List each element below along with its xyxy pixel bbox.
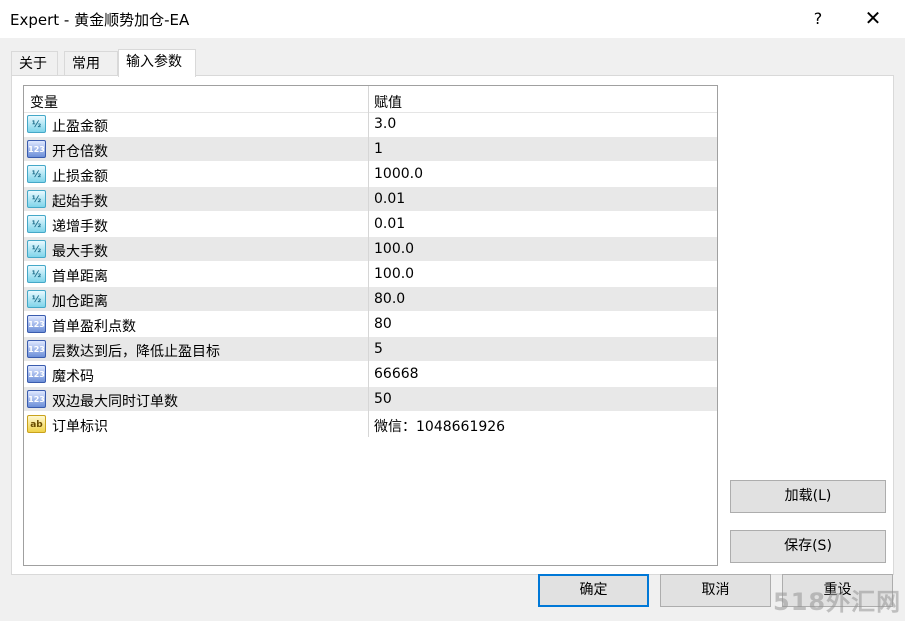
row-variable-name: 加仓距离 xyxy=(52,294,108,310)
inputs-table: 变量 赋值 ½ 止盈金额 3.0 123 开仓倍数 1 ½ 止损金额 1000.0 ½ 起始手数 0.… xyxy=(23,85,718,566)
table-row[interactable]: 123 魔术码 66668 xyxy=(24,362,717,387)
row-variable-name: 魔术码 xyxy=(52,369,94,385)
row-variable-name: 订单标识 xyxy=(52,419,108,435)
table-body: ½ 止盈金额 3.0 123 开仓倍数 1 ½ 止损金额 1000.0 ½ 起始手数 0.01 ½ 递增手… xyxy=(24,112,717,437)
row-value-cell[interactable]: 100.0 xyxy=(374,241,414,257)
string-type-icon: ab xyxy=(27,415,46,433)
tab-about[interactable]: 关于 xyxy=(11,51,58,75)
row-value-cell[interactable]: 0.01 xyxy=(374,216,405,232)
column-header-variable[interactable]: 变量 xyxy=(30,92,58,112)
cell-divider xyxy=(368,112,369,137)
row-value-cell[interactable]: 微信：1048661926 xyxy=(374,416,505,436)
row-variable-name: 止盈金额 xyxy=(52,119,108,135)
integer-type-icon: 123 xyxy=(27,390,46,408)
row-variable-name: 最大手数 xyxy=(52,244,108,260)
integer-type-icon: 123 xyxy=(27,140,46,158)
row-value-cell[interactable]: 5 xyxy=(374,341,383,357)
double-type-icon: ½ xyxy=(27,240,46,258)
row-value-cell[interactable]: 3.0 xyxy=(374,116,396,132)
load-button[interactable]: 加载(L) xyxy=(730,480,886,513)
double-type-icon: ½ xyxy=(27,215,46,233)
row-value-cell[interactable]: 50 xyxy=(374,391,392,407)
cell-divider xyxy=(368,237,369,262)
table-row[interactable]: ab 订单标识 微信：1048661926 xyxy=(24,412,717,437)
table-row[interactable]: ½ 起始手数 0.01 xyxy=(24,187,717,212)
table-row[interactable]: ½ 最大手数 100.0 xyxy=(24,237,717,262)
row-value-cell[interactable]: 1 xyxy=(374,141,383,157)
double-type-icon: ½ xyxy=(27,115,46,133)
column-divider[interactable] xyxy=(368,86,369,112)
title-bar[interactable]: Expert - 黄金顺势加仓-EA ? ✕ xyxy=(0,0,905,38)
watermark-logo: 518外汇网 xyxy=(773,588,902,616)
table-row[interactable]: 123 首单盈利点数 80 xyxy=(24,312,717,337)
table-row[interactable]: 123 层数达到后，降低止盈目标 5 xyxy=(24,337,717,362)
row-value-cell[interactable]: 80 xyxy=(374,316,392,332)
table-row[interactable]: 123 开仓倍数 1 xyxy=(24,137,717,162)
row-value-cell[interactable]: 100.0 xyxy=(374,266,414,282)
row-variable-name: 层数达到后，降低止盈目标 xyxy=(52,344,220,360)
table-row[interactable]: ½ 止盈金额 3.0 xyxy=(24,112,717,137)
cell-divider xyxy=(368,337,369,362)
row-value-cell[interactable]: 1000.0 xyxy=(374,166,423,182)
row-variable-name: 止损金额 xyxy=(52,169,108,185)
table-row[interactable]: ½ 止损金额 1000.0 xyxy=(24,162,717,187)
row-variable-name: 开仓倍数 xyxy=(52,144,108,160)
row-value-cell[interactable]: 0.01 xyxy=(374,191,405,207)
row-variable-name: 递增手数 xyxy=(52,219,108,235)
double-type-icon: ½ xyxy=(27,265,46,283)
row-variable-name: 首单盈利点数 xyxy=(52,319,136,335)
row-variable-name: 起始手数 xyxy=(52,194,108,210)
table-row[interactable]: ½ 加仓距离 80.0 xyxy=(24,287,717,312)
tab-common[interactable]: 常用 xyxy=(64,51,118,75)
save-button[interactable]: 保存(S) xyxy=(730,530,886,563)
row-value-cell[interactable]: 66668 xyxy=(374,366,419,382)
row-value-cell[interactable]: 80.0 xyxy=(374,291,405,307)
table-header: 变量 赋值 xyxy=(24,86,717,113)
cancel-button[interactable]: 取消 xyxy=(660,574,771,607)
table-row[interactable]: ½ 首单距离 100.0 xyxy=(24,262,717,287)
help-button[interactable]: ? xyxy=(808,9,828,28)
double-type-icon: ½ xyxy=(27,165,46,183)
cell-divider xyxy=(368,362,369,387)
table-row[interactable]: ½ 递增手数 0.01 xyxy=(24,212,717,237)
cell-divider xyxy=(368,412,369,437)
integer-type-icon: 123 xyxy=(27,340,46,358)
cell-divider xyxy=(368,387,369,412)
cell-divider xyxy=(368,212,369,237)
row-variable-name: 首单距离 xyxy=(52,269,108,285)
tab-inputs[interactable]: 输入参数 xyxy=(118,49,196,77)
column-header-value[interactable]: 赋值 xyxy=(374,92,402,112)
integer-type-icon: 123 xyxy=(27,365,46,383)
row-variable-name: 双边最大同时订单数 xyxy=(52,394,178,410)
close-button[interactable]: ✕ xyxy=(858,6,888,30)
window-title: Expert - 黄金顺势加仓-EA xyxy=(10,11,190,29)
integer-type-icon: 123 xyxy=(27,315,46,333)
cell-divider xyxy=(368,287,369,312)
cell-divider xyxy=(368,187,369,212)
cell-divider xyxy=(368,262,369,287)
double-type-icon: ½ xyxy=(27,190,46,208)
double-type-icon: ½ xyxy=(27,290,46,308)
table-row[interactable]: 123 双边最大同时订单数 50 xyxy=(24,387,717,412)
cell-divider xyxy=(368,312,369,337)
cell-divider xyxy=(368,137,369,162)
ok-button[interactable]: 确定 xyxy=(538,574,649,607)
expert-dialog: Expert - 黄金顺势加仓-EA ? ✕ 关于 常用 输入参数 变量 赋值 … xyxy=(0,0,905,621)
cell-divider xyxy=(368,162,369,187)
